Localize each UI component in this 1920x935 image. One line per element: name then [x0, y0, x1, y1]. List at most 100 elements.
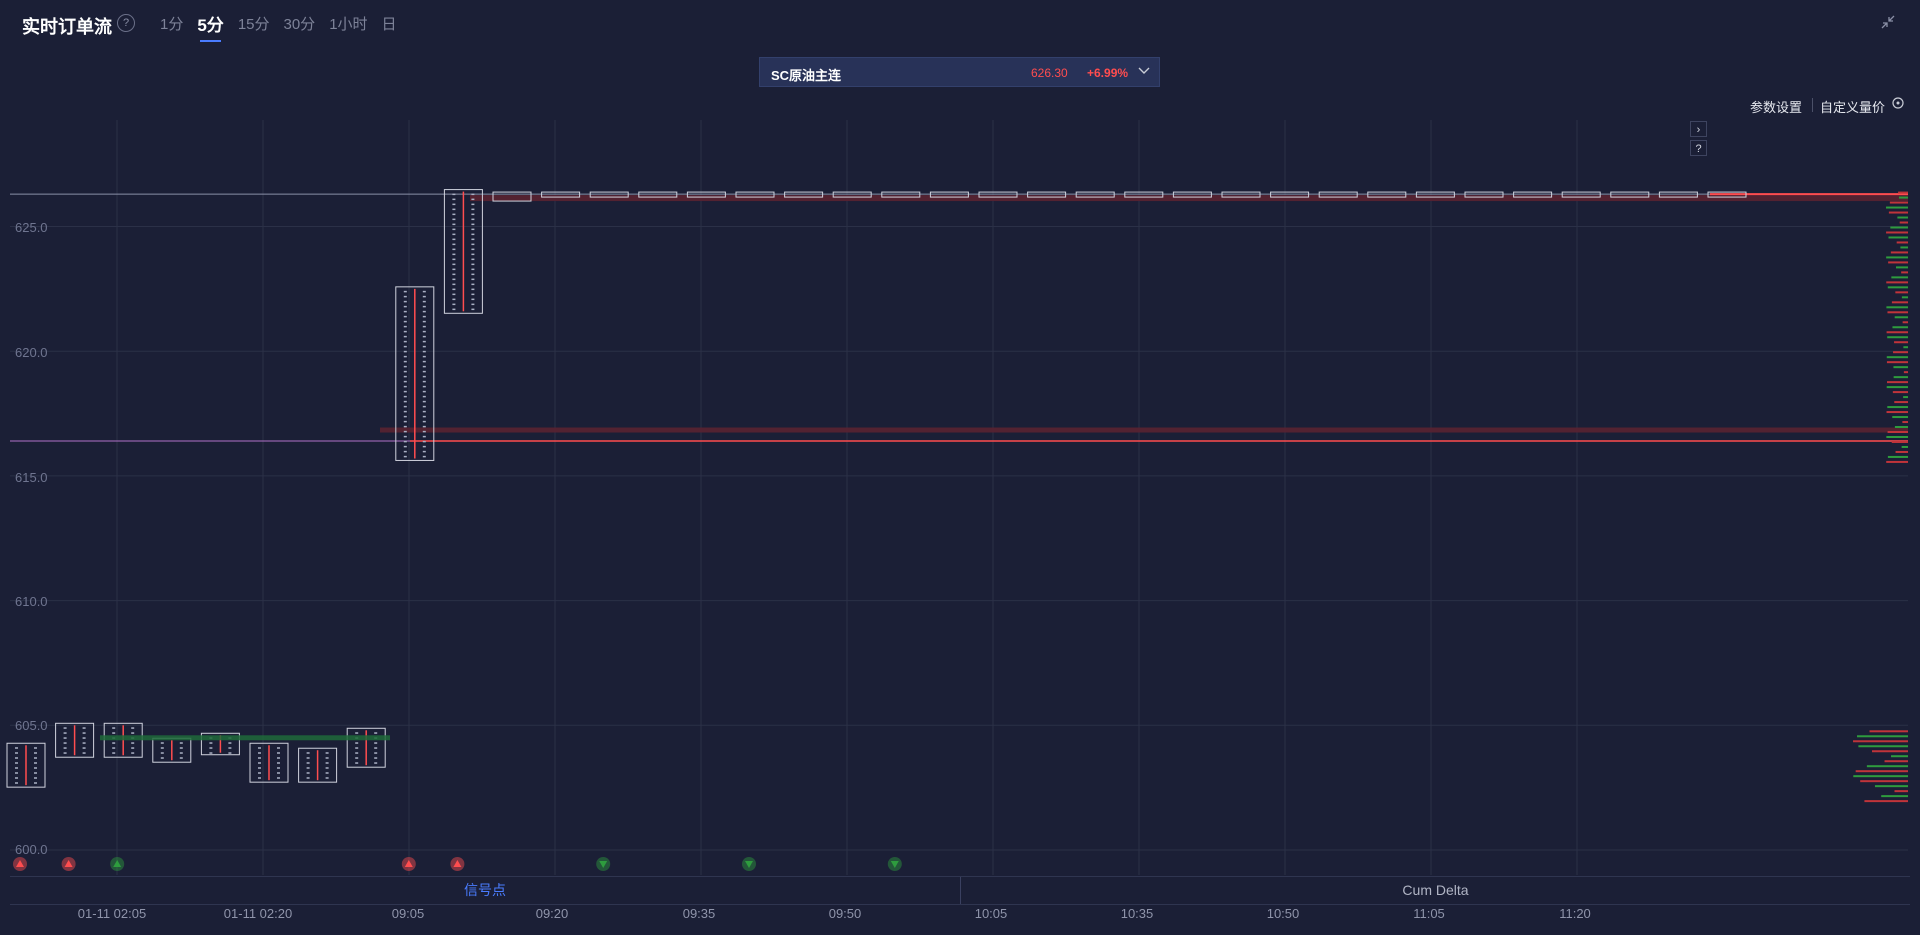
footprint-cell — [471, 193, 475, 196]
footprint-cell — [112, 732, 116, 734]
footprint-cell — [452, 258, 456, 261]
volume-profile-bar — [1886, 306, 1908, 309]
footprint-cell — [452, 283, 456, 286]
footprint-cell — [63, 737, 67, 739]
footprint-cell — [403, 400, 407, 403]
footprint-cell — [422, 295, 426, 298]
volume-profile-bar — [1901, 445, 1908, 448]
volume-profile-bar — [1891, 440, 1908, 443]
footprint-cell — [422, 435, 426, 438]
footprint-cell — [403, 350, 407, 353]
footprint-cell — [15, 757, 18, 759]
footprint-cell — [422, 400, 426, 403]
footprint-cell — [63, 752, 67, 754]
footprint-cell — [112, 752, 116, 754]
footprint-cell — [452, 293, 456, 296]
x-tick-label: 09:05 — [391, 906, 425, 921]
footprint-cell — [63, 742, 67, 744]
footprint-cell — [34, 782, 37, 784]
footprint-cell — [15, 777, 18, 779]
volume-profile-bar — [1891, 276, 1908, 279]
volume-profile-bar — [1892, 326, 1908, 329]
footprint-cell — [403, 440, 407, 443]
volume-profile-bar — [1887, 336, 1908, 339]
volume-profile-bar — [1896, 241, 1908, 244]
footprint-cell — [179, 752, 183, 754]
volume-profile-bar — [1886, 411, 1908, 414]
footprint-cell — [112, 747, 116, 749]
footprint-cell — [422, 385, 426, 388]
footprint-cell — [422, 375, 426, 378]
volume-profile-bar — [1903, 371, 1908, 374]
tab-signal-points[interactable]: 信号点 — [10, 877, 960, 904]
footprint-cell — [422, 310, 426, 313]
footprint-cell — [471, 233, 475, 236]
footprint-cell — [422, 350, 426, 353]
footprint-cell — [374, 757, 378, 759]
footprint-chart[interactable] — [0, 0, 1920, 880]
volume-profile-bar — [1896, 266, 1908, 269]
footprint-cell — [403, 430, 407, 433]
volume-profile-bar — [1871, 750, 1908, 753]
footprint-cell — [452, 228, 456, 231]
volume-profile-bar — [1853, 740, 1908, 743]
volume-profile-bar — [1887, 406, 1908, 409]
volume-profile-bar — [1891, 755, 1908, 758]
footprint-cell — [422, 320, 426, 323]
footprint-cell — [471, 293, 475, 296]
volume-profile-bar — [1887, 311, 1908, 314]
footprint-cell — [277, 747, 280, 749]
footprint-cell — [471, 228, 475, 231]
footprint-cell — [160, 752, 164, 754]
footprint-cell — [452, 298, 456, 301]
volume-profile-bar — [1887, 431, 1908, 434]
x-tick-label: 01-11 02:05 — [77, 906, 147, 921]
footprint-cell — [325, 767, 329, 769]
footprint-cell — [63, 747, 67, 749]
footprint-cell — [422, 450, 426, 453]
footprint-cell — [471, 308, 475, 311]
footprint-cell — [403, 325, 407, 328]
footprint-cell — [452, 248, 456, 251]
footprint-cell — [355, 762, 359, 764]
footprint-cell — [179, 747, 183, 749]
footprint-cell — [160, 742, 164, 744]
footprint-cell — [63, 727, 67, 729]
footprint-cell — [258, 772, 261, 774]
footprint-cell — [403, 390, 407, 393]
footprint-cell — [452, 238, 456, 241]
footprint-cell — [471, 203, 475, 206]
footprint-cell — [131, 752, 135, 754]
y-tick-label: 620.0 — [15, 345, 48, 360]
footprint-cell — [306, 757, 310, 759]
footprint-cell — [258, 757, 261, 759]
footprint-cell — [355, 757, 359, 759]
volume-profile-bar — [1886, 331, 1908, 334]
footprint-cell — [325, 777, 329, 779]
footprint-cell — [325, 752, 329, 754]
footprint-cell — [422, 305, 426, 308]
footprint-cell — [452, 193, 456, 196]
footprint-cell — [403, 375, 407, 378]
footprint-cell — [15, 752, 18, 754]
footprint-cell — [258, 752, 261, 754]
footprint-cell — [422, 440, 426, 443]
footprint-cell — [131, 747, 135, 749]
volume-profile-bar — [1887, 381, 1908, 384]
footprint-cell — [325, 762, 329, 764]
volume-profile-bar — [1901, 296, 1908, 299]
footprint-cell — [422, 430, 426, 433]
y-tick-label: 610.0 — [15, 594, 48, 609]
footprint-cell — [422, 425, 426, 428]
volume-profile-bar — [1895, 291, 1908, 294]
volume-profile-bar — [1889, 201, 1908, 204]
footprint-cell — [471, 303, 475, 306]
x-tick-label: 11:05 — [1413, 906, 1445, 921]
tab-cum-delta[interactable]: Cum Delta — [961, 877, 1910, 904]
volume-zone-band — [100, 735, 390, 741]
volume-profile-bar — [1895, 450, 1908, 453]
volume-profile-bar — [1890, 251, 1908, 254]
footprint-cell — [403, 365, 407, 368]
footprint-cell — [82, 727, 86, 729]
footprint-cell — [277, 752, 280, 754]
